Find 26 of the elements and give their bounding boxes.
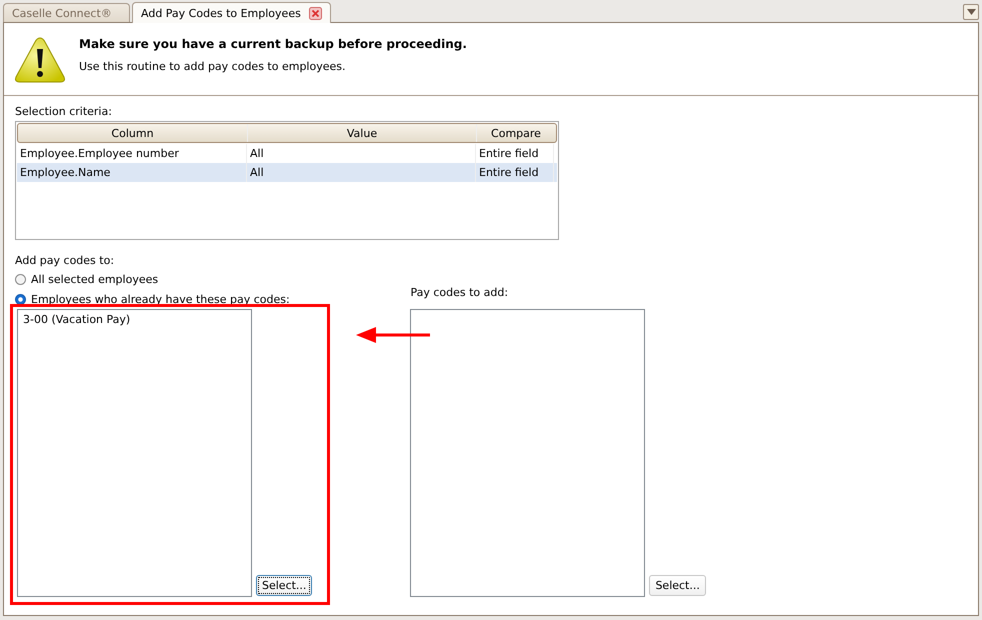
column-header[interactable]: Column	[18, 124, 248, 142]
section-label: Add pay codes to:	[15, 253, 116, 269]
column-header[interactable]: Value	[248, 124, 477, 142]
close-icon[interactable]	[308, 6, 322, 20]
table-cell: Employee.Name	[17, 163, 247, 182]
warning-title: Make sure you have a current backup before proceeding.	[79, 37, 467, 51]
column-header[interactable]: Compare	[477, 124, 555, 142]
tab[interactable]: Caselle Connect®	[3, 3, 130, 22]
warning-icon	[14, 35, 66, 85]
tab[interactable]: Add Pay Codes to Employees	[132, 2, 331, 23]
arrow-icon	[356, 326, 432, 344]
table-cell: Entire field	[476, 163, 554, 182]
radio-label: All selected employees	[31, 272, 158, 286]
caret-icon	[966, 9, 976, 15]
pay-code-list[interactable]: 3-00 (Vacation Pay)	[17, 309, 252, 597]
table-row[interactable]: Employee.Name All Entire field	[17, 163, 557, 182]
list-label: Pay codes to add:	[410, 285, 510, 301]
select-button[interactable]: Select...	[256, 575, 312, 596]
description-text: Use this routine to add pay codes to employees.	[79, 60, 346, 73]
section-label: Selection criteria:	[15, 104, 113, 120]
table-cell: All	[247, 163, 476, 182]
radio-button[interactable]	[15, 294, 26, 304]
select-button[interactable]: Select...	[649, 575, 706, 596]
radio-button[interactable]	[15, 274, 26, 284]
dropdown-button[interactable]	[963, 4, 979, 20]
list-item[interactable]: 3-00 (Vacation Pay)	[23, 313, 246, 326]
